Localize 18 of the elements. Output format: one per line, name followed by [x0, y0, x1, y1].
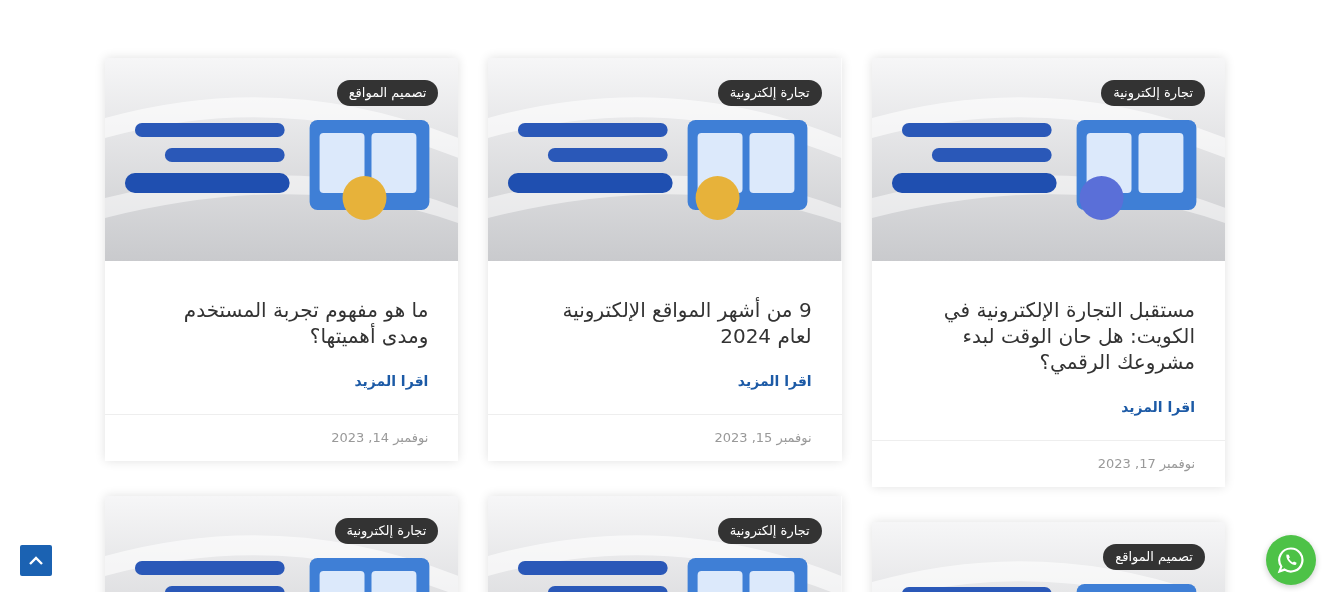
category-badge[interactable]: تجارة إلكترونية [1101, 80, 1205, 106]
phone-bubble-icon [1277, 546, 1305, 574]
read-more-link[interactable]: اقرا المزيد [1121, 399, 1195, 415]
category-badge[interactable]: تصميم المواقع [1103, 544, 1205, 570]
read-more-link[interactable]: اقرا المزيد [737, 373, 812, 389]
post-date: نوفمبر 15, 2023 [714, 430, 812, 445]
chevron-up-icon [28, 555, 44, 566]
read-more-link[interactable]: اقرا المزيد [354, 373, 429, 389]
scroll-top-button[interactable] [20, 545, 52, 576]
post-date: نوفمبر 17, 2023 [1097, 456, 1195, 471]
post-date: نوفمبر 14, 2023 [331, 430, 429, 445]
post-title[interactable]: 9 من أشهر المواقع الإلكترونية لعام 2024 [528, 297, 812, 349]
category-badge[interactable]: تصميم المواقع [336, 80, 439, 106]
post-title[interactable]: ما هو مفهوم تجربة المستخدم ومدى أهميتها؟ [145, 297, 429, 349]
category-badge[interactable]: تجارة إلكترونية [334, 518, 439, 544]
category-badge[interactable]: تجارة إلكترونية [717, 518, 822, 544]
category-badge[interactable]: تجارة إلكترونية [717, 80, 822, 106]
post-title[interactable]: مستقبل التجارة الإلكترونية في الكويت: هل حان الوقت لبدء مشروعك الرقمي؟ [911, 297, 1195, 375]
